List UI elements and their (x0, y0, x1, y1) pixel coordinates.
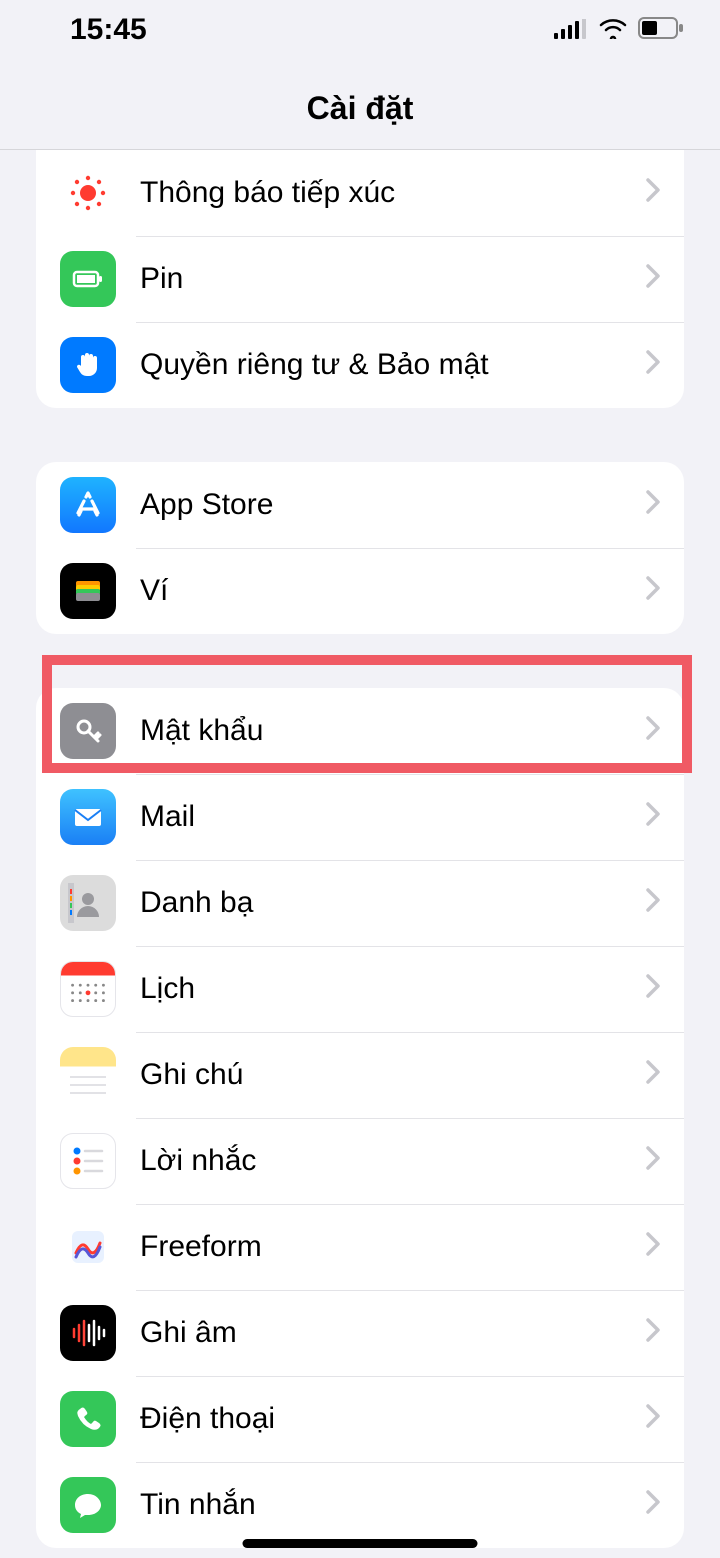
row-label: Tin nhắn (140, 1488, 646, 1522)
chevron-right-icon (646, 176, 660, 210)
row-voice-memos[interactable]: Ghi âm (36, 1290, 684, 1376)
row-appstore[interactable]: App Store (36, 462, 684, 548)
chevron-right-icon (646, 262, 660, 296)
notes-icon (60, 1047, 116, 1103)
row-label: Ghi âm (140, 1316, 646, 1350)
chevron-right-icon (646, 1316, 660, 1350)
chevron-right-icon (646, 1488, 660, 1522)
row-label: Freeform (140, 1230, 646, 1264)
contacts-icon (60, 875, 116, 931)
row-exposure-notifications[interactable]: Thông báo tiếp xúc (36, 150, 684, 236)
chevron-right-icon (646, 1402, 660, 1436)
row-freeform[interactable]: Freeform (36, 1204, 684, 1290)
chevron-right-icon (646, 574, 660, 608)
settings-list: Thông báo tiếp xúc Pin Quyền riêng tư & … (0, 150, 720, 1548)
row-label: Thông báo tiếp xúc (140, 176, 646, 210)
row-calendar[interactable]: Lịch (36, 946, 684, 1032)
chevron-right-icon (646, 488, 660, 522)
reminders-icon (60, 1133, 116, 1189)
row-label: Danh bạ (140, 886, 646, 920)
key-icon (60, 703, 116, 759)
mail-icon (60, 789, 116, 845)
status-bar: 15:45 (0, 0, 720, 60)
status-indicators (554, 13, 684, 47)
battery-icon (638, 13, 684, 47)
row-label: App Store (140, 488, 646, 522)
row-wallet[interactable]: Ví (36, 548, 684, 634)
row-label: Điện thoại (140, 1402, 646, 1436)
messages-icon (60, 1477, 116, 1533)
row-mail[interactable]: Mail (36, 774, 684, 860)
row-battery[interactable]: Pin (36, 236, 684, 322)
home-indicator[interactable] (243, 1539, 478, 1548)
row-passwords[interactable]: Mật khẩu (36, 688, 684, 774)
chevron-right-icon (646, 1230, 660, 1264)
row-messages[interactable]: Tin nhắn (36, 1462, 684, 1548)
row-notes[interactable]: Ghi chú (36, 1032, 684, 1118)
chevron-right-icon (646, 348, 660, 382)
row-label: Pin (140, 262, 646, 296)
chevron-right-icon (646, 1058, 660, 1092)
appstore-icon (60, 477, 116, 533)
row-label: Quyền riêng tư & Bảo mật (140, 348, 646, 382)
row-contacts[interactable]: Danh bạ (36, 860, 684, 946)
exposure-icon (60, 165, 116, 221)
freeform-icon (60, 1219, 116, 1275)
cellular-icon (554, 13, 588, 47)
hand-icon (60, 337, 116, 393)
row-label: Mail (140, 800, 646, 834)
chevron-right-icon (646, 972, 660, 1006)
chevron-right-icon (646, 1144, 660, 1178)
status-time: 15:45 (70, 13, 147, 47)
row-privacy[interactable]: Quyền riêng tư & Bảo mật (36, 322, 684, 408)
battery-settings-icon (60, 251, 116, 307)
calendar-icon (60, 961, 116, 1017)
row-label: Ghi chú (140, 1058, 646, 1092)
page-title: Cài đặt (0, 60, 720, 150)
row-label: Lịch (140, 972, 646, 1006)
settings-group-2: App Store Ví (36, 462, 684, 634)
row-reminders[interactable]: Lời nhắc (36, 1118, 684, 1204)
settings-group-1: Thông báo tiếp xúc Pin Quyền riêng tư & … (36, 150, 684, 408)
voice-memos-icon (60, 1305, 116, 1361)
row-label: Ví (140, 574, 646, 608)
chevron-right-icon (646, 714, 660, 748)
row-label: Mật khẩu (140, 714, 646, 748)
chevron-right-icon (646, 800, 660, 834)
wallet-icon (60, 563, 116, 619)
row-label: Lời nhắc (140, 1144, 646, 1178)
chevron-right-icon (646, 886, 660, 920)
wifi-icon (598, 13, 628, 47)
phone-icon (60, 1391, 116, 1447)
settings-group-3: Mật khẩu Mail Danh bạ (36, 688, 684, 1548)
row-phone[interactable]: Điện thoại (36, 1376, 684, 1462)
